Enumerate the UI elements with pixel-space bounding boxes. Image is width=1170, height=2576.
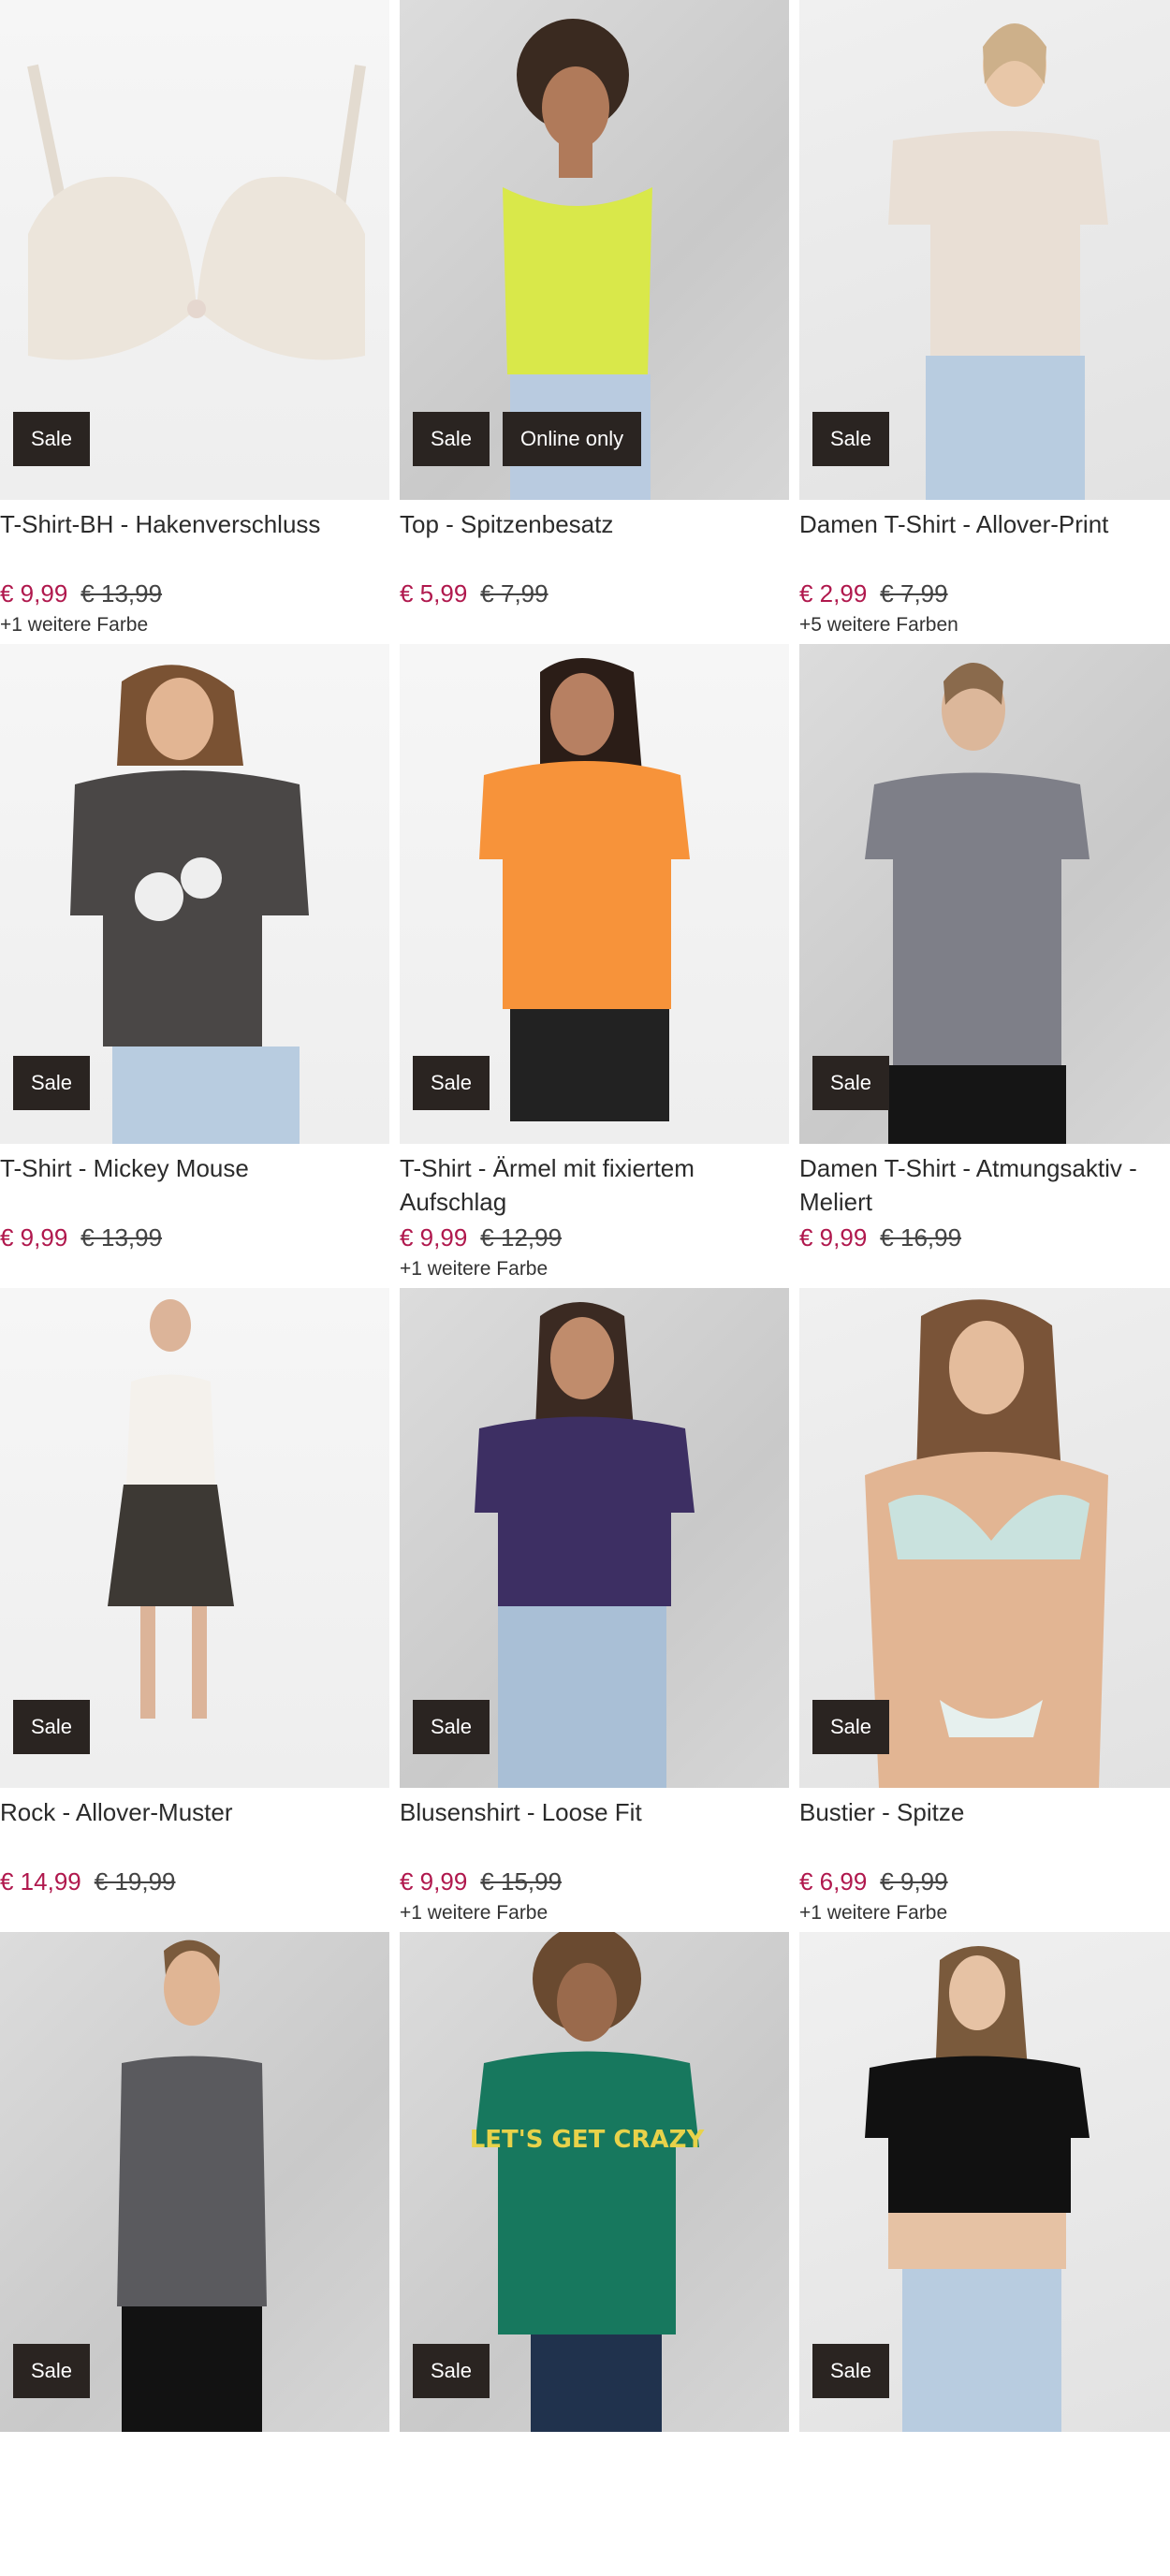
tshirt-print-text: LET'S GET CRAZY: [470, 2126, 706, 2154]
original-price: € 15,99: [480, 1866, 563, 1895]
sale-badge: Sale: [812, 1056, 890, 1110]
more-colors[interactable]: +5 weitere Farben: [799, 614, 1170, 637]
product-title[interactable]: Top - Spitzenbesatz: [400, 507, 789, 575]
product-title[interactable]: T-Shirt - Mickey Mouse: [0, 1151, 389, 1219]
sale-badge: Sale: [812, 2344, 890, 2398]
grey-sport-tshirt-image[interactable]: Sale: [799, 644, 1170, 1144]
product-card[interactable]: Sale Blusenshirt - Loose Fit € 9,99 € 15…: [400, 1288, 789, 1932]
product-title[interactable]: Damen T-Shirt - Atmungsaktiv - Meliert: [799, 1151, 1170, 1219]
product-card[interactable]: Sale Rock - Allover-Muster € 14,99 € 19,…: [0, 1288, 389, 1932]
original-price: € 13,99: [80, 578, 163, 607]
yellow-top-image[interactable]: Sale Online only: [400, 0, 789, 500]
sale-price: € 9,99: [400, 1222, 468, 1251]
sale-badge: Sale: [413, 1700, 490, 1754]
sale-badge: Sale: [13, 412, 91, 466]
sale-badge: Sale: [413, 412, 490, 466]
grey-tank-top-image[interactable]: Sale: [0, 1932, 389, 2432]
product-card[interactable]: Sale T-Shirt - Ärmel mit fixiertem Aufsc…: [400, 644, 789, 1288]
sale-price: € 9,99: [400, 1866, 468, 1895]
lace-bustier-image[interactable]: Sale: [799, 1288, 1170, 1788]
product-card[interactable]: Sale T-Shirt - Mickey Mouse € 9,99 € 13,…: [0, 644, 389, 1288]
sale-badge: Sale: [812, 412, 890, 466]
product-card[interactable]: Sale Damen T-Shirt - Allover-Print € 2,9…: [799, 0, 1170, 644]
original-price: € 7,99: [880, 578, 948, 607]
product-card[interactable]: LET'S GET CRAZY Sale: [400, 1932, 789, 2576]
sale-badge: Sale: [13, 1700, 91, 1754]
green-tshirt-image[interactable]: LET'S GET CRAZY Sale: [400, 1932, 789, 2432]
sale-badge: Sale: [413, 2344, 490, 2398]
more-colors[interactable]: +1 weitere Farbe: [400, 1902, 789, 1925]
original-price: € 7,99: [480, 578, 548, 607]
product-card[interactable]: Sale: [0, 1932, 389, 2576]
sale-price: € 9,99: [0, 578, 68, 607]
product-title[interactable]: Blusenshirt - Loose Fit: [400, 1795, 789, 1863]
product-title[interactable]: T-Shirt - Ärmel mit fixiertem Aufschlag: [400, 1151, 789, 1219]
original-price: € 12,99: [480, 1222, 563, 1251]
original-price: € 13,99: [80, 1222, 163, 1251]
original-price: € 9,99: [880, 1866, 948, 1895]
product-card[interactable]: Sale T-Shirt-BH - Hakenverschluss € 9,99…: [0, 0, 389, 644]
product-card[interactable]: Sale: [799, 1932, 1170, 2576]
sale-price: € 6,99: [799, 1866, 868, 1895]
sale-price: € 5,99: [400, 578, 468, 607]
lace-bra-image[interactable]: Sale: [0, 0, 389, 500]
sale-badge: Sale: [413, 1056, 490, 1110]
sale-price: € 14,99: [0, 1866, 81, 1895]
mickey-tshirt-image[interactable]: Sale: [0, 644, 389, 1144]
more-colors[interactable]: +1 weitere Farbe: [799, 1902, 1170, 1925]
product-grid: Sale T-Shirt-BH - Hakenverschluss € 9,99…: [0, 0, 1170, 2576]
more-colors[interactable]: +1 weitere Farbe: [0, 614, 389, 637]
product-title[interactable]: Bustier - Spitze: [799, 1795, 1170, 1863]
feather-print-tshirt-image[interactable]: Sale: [799, 0, 1170, 500]
online-only-badge: Online only: [503, 412, 642, 466]
product-title[interactable]: T-Shirt-BH - Hakenverschluss: [0, 507, 389, 575]
sale-price: € 2,99: [799, 578, 868, 607]
floral-blouse-image[interactable]: Sale: [400, 1288, 789, 1788]
patterned-skirt-image[interactable]: Sale: [0, 1288, 389, 1788]
product-title[interactable]: Damen T-Shirt - Allover-Print: [799, 507, 1170, 575]
orange-tshirt-image[interactable]: Sale: [400, 644, 789, 1144]
more-colors[interactable]: +1 weitere Farbe: [400, 1258, 789, 1281]
product-card[interactable]: Sale Damen T-Shirt - Atmungsaktiv - Meli…: [799, 644, 1170, 1288]
product-title[interactable]: Rock - Allover-Muster: [0, 1795, 389, 1863]
black-crop-top-image[interactable]: Sale: [799, 1932, 1170, 2432]
product-card[interactable]: Sale Online only Top - Spitzenbesatz € 5…: [400, 0, 789, 644]
sale-badge: Sale: [13, 1056, 91, 1110]
sale-badge: Sale: [13, 2344, 91, 2398]
sale-price: € 9,99: [799, 1222, 868, 1251]
product-card[interactable]: Sale Bustier - Spitze € 6,99 € 9,99 +1 w…: [799, 1288, 1170, 1932]
original-price: € 16,99: [880, 1222, 962, 1251]
sale-price: € 9,99: [0, 1222, 68, 1251]
original-price: € 19,99: [94, 1866, 176, 1895]
sale-badge: Sale: [812, 1700, 890, 1754]
